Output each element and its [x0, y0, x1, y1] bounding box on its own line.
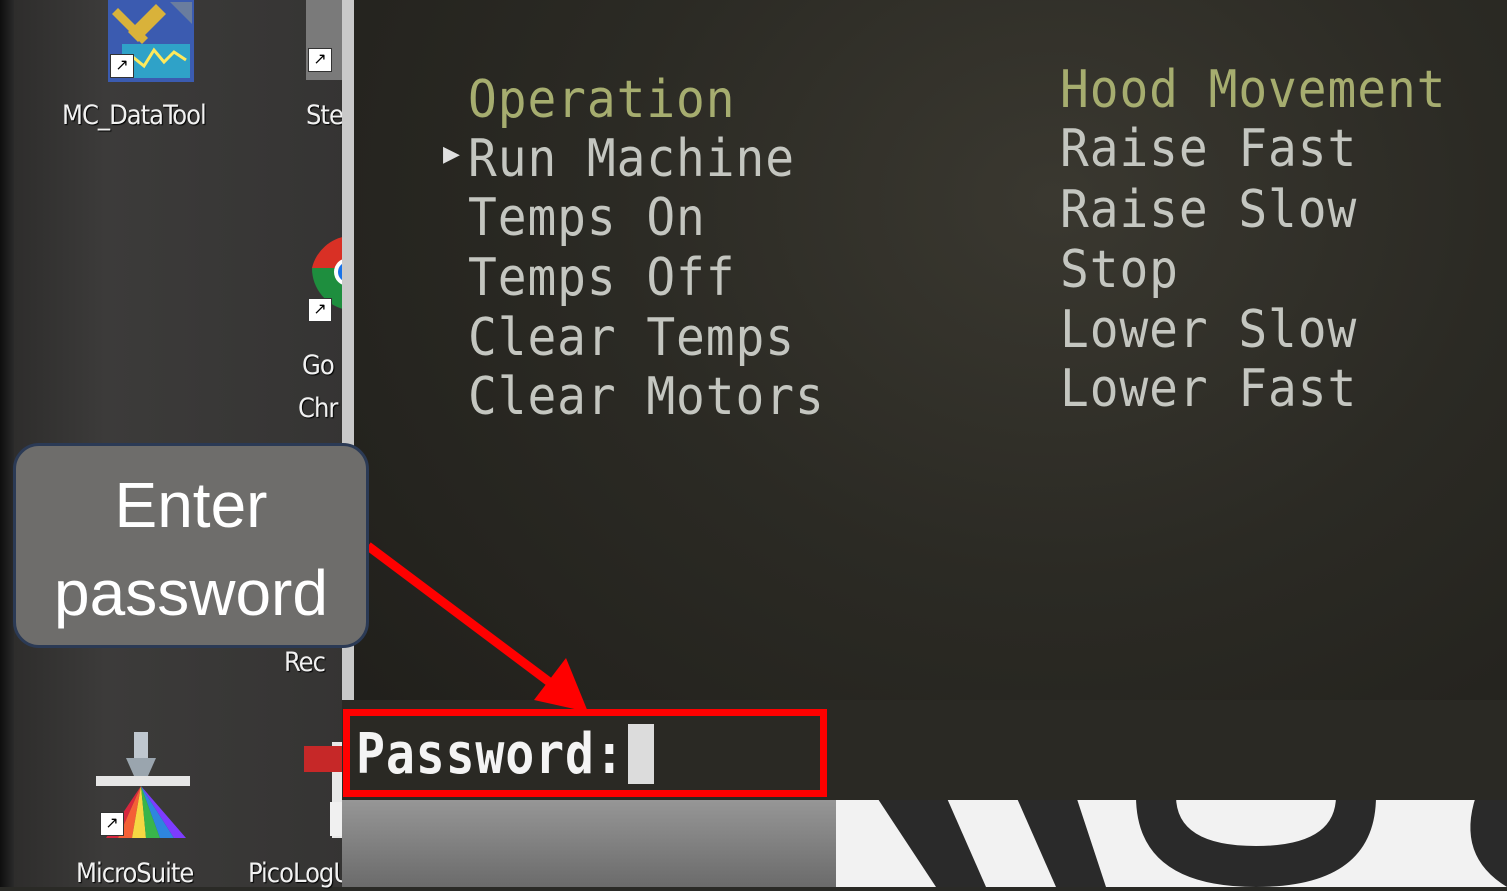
callout-enter-password: Enter password — [13, 443, 369, 648]
callout-line-2: password — [54, 557, 328, 629]
callout-line-1: Enter — [114, 469, 268, 541]
